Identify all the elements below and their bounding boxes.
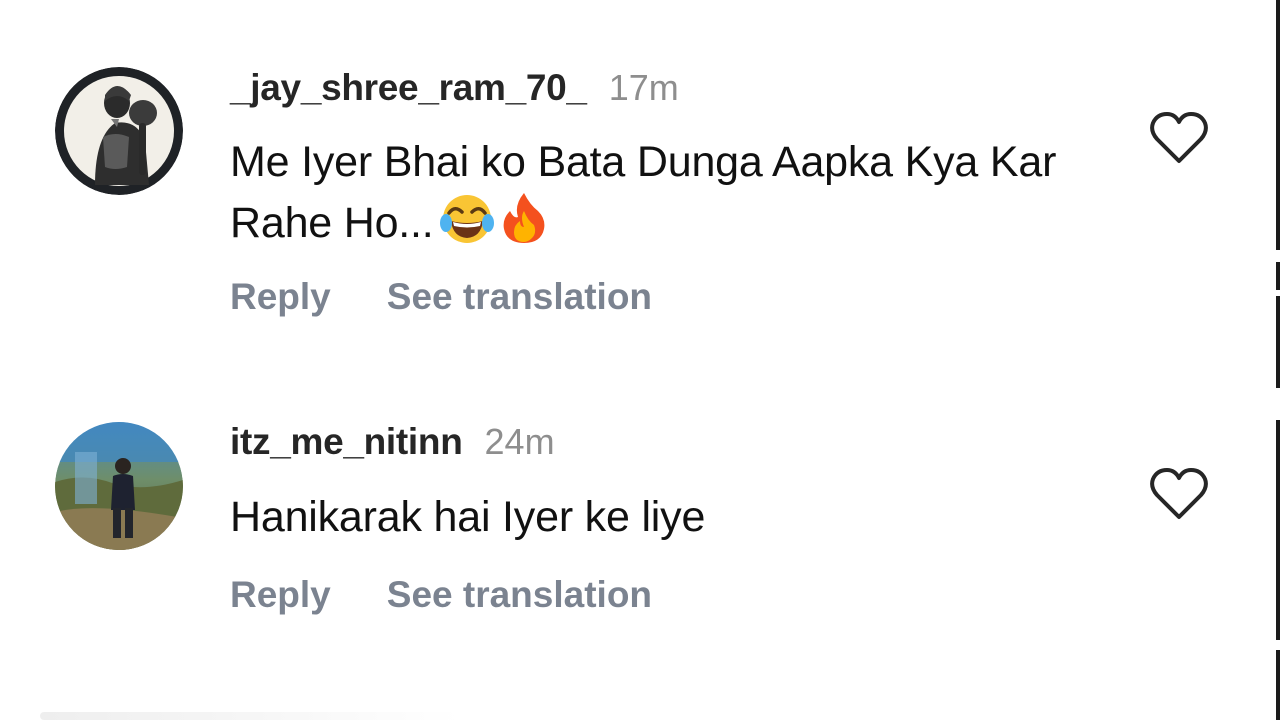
reply-button[interactable]: Reply: [230, 276, 331, 317]
comment-text: Hanikarak hai Iyer ke liye: [230, 489, 1110, 546]
comment-body: Hanikarak hai Iyer ke liye: [230, 493, 706, 541]
comment-meta: itz_me_nitinn 24m: [230, 422, 555, 462]
avatar[interactable]: [55, 67, 183, 195]
heart-outline-icon: [1150, 112, 1208, 163]
heart-outline-icon: [1150, 468, 1208, 519]
fire-emoji-icon: [500, 191, 548, 260]
timestamp: 17m: [608, 67, 679, 108]
scrollbar-edge: [1276, 0, 1280, 720]
reply-button[interactable]: Reply: [230, 574, 331, 615]
next-comment-peek: [40, 712, 460, 720]
comment-item: _jay_shree_ram_70_ 17m Me Iyer Bhai ko Ba…: [0, 0, 1270, 340]
hanuman-avatar-icon: [55, 67, 183, 195]
avatar[interactable]: [55, 422, 183, 550]
username[interactable]: _jay_shree_ram_70_: [230, 67, 587, 108]
timestamp: 24m: [484, 421, 555, 462]
laughing-emoji-icon: [438, 193, 496, 260]
see-translation-button[interactable]: See translation: [387, 574, 652, 615]
person-photo-avatar-icon: [55, 422, 183, 550]
comment-actions: Reply See translation: [230, 275, 652, 319]
comment-meta: _jay_shree_ram_70_ 17m: [230, 68, 679, 108]
comment-actions: Reply See translation: [230, 573, 652, 617]
see-translation-button[interactable]: See translation: [387, 276, 652, 317]
comment-body: Me Iyer Bhai ko Bata Dunga Aapka Kya Kar…: [230, 138, 1057, 247]
like-button[interactable]: [1148, 466, 1210, 522]
comment-text: Me Iyer Bhai ko Bata Dunga Aapka Kya Kar…: [230, 134, 1110, 260]
username[interactable]: itz_me_nitinn: [230, 421, 463, 462]
comment-item: itz_me_nitinn 24m Hanikarak hai Iyer ke l…: [0, 400, 1270, 640]
like-button[interactable]: [1148, 110, 1210, 166]
